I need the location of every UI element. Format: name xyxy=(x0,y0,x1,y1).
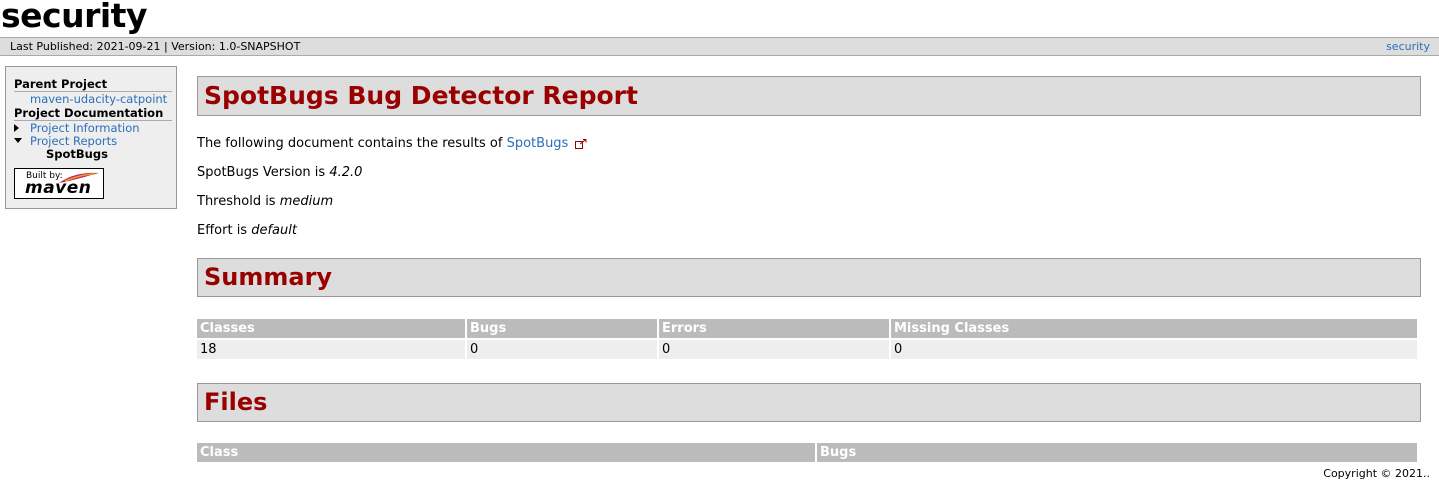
files-section-bar: Files xyxy=(197,383,1421,422)
banner: security xyxy=(0,0,1439,36)
breadcrumb-link-security[interactable]: security xyxy=(1386,38,1430,55)
version-label: SpotBugs Version is xyxy=(197,165,330,180)
project-documentation-heading: Project Documentation xyxy=(14,106,172,121)
external-link-icon xyxy=(575,138,587,149)
summary-classes-value: 18 xyxy=(197,340,465,359)
effort-paragraph: Effort is default xyxy=(197,223,297,239)
maven-badge[interactable]: Built by: maven xyxy=(14,168,104,199)
report-title-bar: SpotBugs Bug Detector Report xyxy=(197,76,1421,116)
files-header-row: Class Bugs xyxy=(197,443,1417,462)
threshold-value: medium xyxy=(279,194,334,209)
page-title: SpotBugs Bug Detector Report xyxy=(204,81,638,110)
intro-paragraph: The following document contains the resu… xyxy=(197,136,587,152)
effort-label: Effort is xyxy=(197,223,252,238)
spotbugs-link[interactable]: SpotBugs xyxy=(507,136,569,151)
summary-errors-value: 0 xyxy=(659,340,889,359)
banner-title: security xyxy=(1,0,147,35)
version-value: 4.2.0 xyxy=(329,165,363,180)
maven-wordmark: maven xyxy=(25,178,92,198)
collapsed-arrow-icon[interactable] xyxy=(14,124,19,132)
threshold-label: Threshold is xyxy=(197,194,280,209)
breadcrumb-bar: Last Published: 2021-09-21 | Version: 1.… xyxy=(0,37,1439,56)
summary-header-row: Classes Bugs Errors Missing Classes xyxy=(197,319,1417,338)
version-paragraph: SpotBugs Version is 4.2.0 xyxy=(197,165,362,181)
last-published-text: Last Published: 2021-09-21 | Version: 1.… xyxy=(10,40,301,53)
sidebar-item-spotbugs-current: SpotBugs xyxy=(46,147,108,161)
effort-value: default xyxy=(251,223,297,238)
summary-col-errors: Errors xyxy=(659,319,889,338)
parent-project-heading: Parent Project xyxy=(14,77,172,92)
files-table: Class Bugs xyxy=(195,441,1419,464)
summary-heading: Summary xyxy=(204,263,333,291)
sidebar-item-project-reports[interactable]: Project Reports xyxy=(30,134,117,148)
summary-missing-classes-value: 0 xyxy=(891,340,1417,359)
sidebar-item-project-information[interactable]: Project Information xyxy=(30,121,140,135)
files-col-bugs: Bugs xyxy=(817,443,1417,462)
threshold-paragraph: Threshold is medium xyxy=(197,194,333,210)
summary-col-missing-classes: Missing Classes xyxy=(891,319,1417,338)
summary-section-bar: Summary xyxy=(197,258,1421,297)
table-row: 18 0 0 0 xyxy=(197,340,1417,359)
summary-bugs-value: 0 xyxy=(467,340,657,359)
summary-col-classes: Classes xyxy=(197,319,465,338)
intro-text: The following document contains the resu… xyxy=(197,136,507,151)
expanded-arrow-icon[interactable] xyxy=(14,138,22,143)
summary-col-bugs: Bugs xyxy=(467,319,657,338)
sidebar: Parent Project maven-udacity-catpoint Pr… xyxy=(5,66,177,209)
files-heading: Files xyxy=(204,388,268,416)
sidebar-link-parent[interactable]: maven-udacity-catpoint xyxy=(30,92,167,106)
copyright-text: Copyright © 2021.. xyxy=(1323,467,1430,480)
files-col-class: Class xyxy=(197,443,815,462)
summary-table: Classes Bugs Errors Missing Classes 18 0… xyxy=(195,317,1419,361)
